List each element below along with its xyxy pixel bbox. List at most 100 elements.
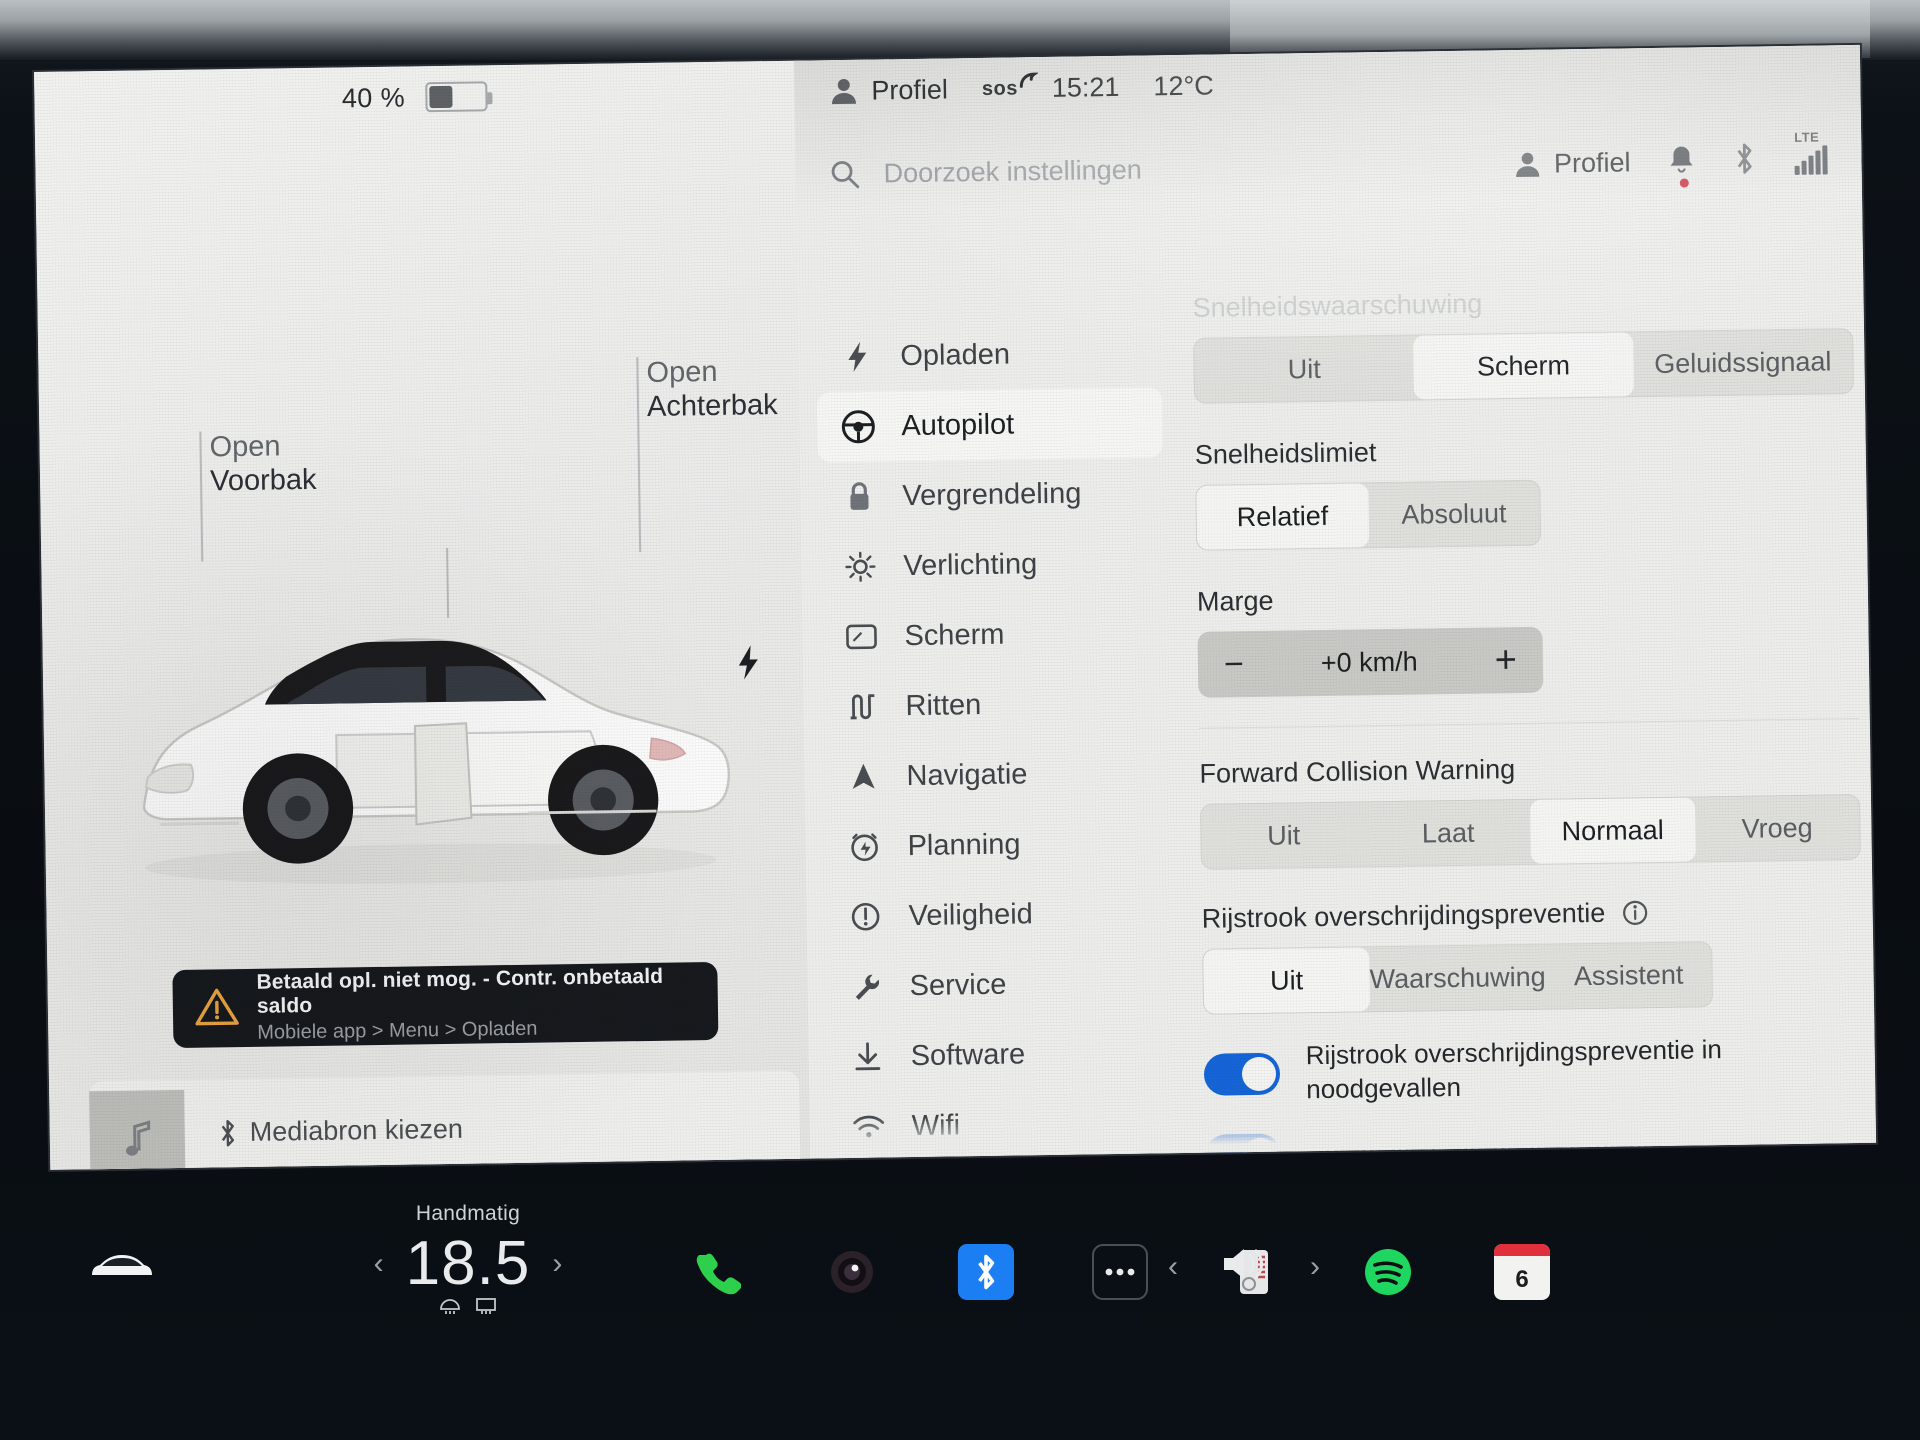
notification-dot <box>1679 178 1689 188</box>
sidebar-item-verlichting[interactable]: Verlichting <box>819 527 1165 602</box>
sidebar-item-label: Veiligheid <box>908 897 1033 932</box>
calendar-app-icon[interactable]: 6 <box>1494 1244 1550 1300</box>
network-type-label: LTE <box>1794 129 1820 145</box>
charging-alert-toast[interactable]: Betaald opl. niet mog. - Contr. onbetaal… <box>172 961 719 1049</box>
vehicle-graphic-area: Open Voorbak Open Achterbak <box>35 123 808 1014</box>
camera-app-icon[interactable] <box>824 1244 880 1300</box>
phone-handset-icon <box>1019 72 1038 88</box>
fcw-option-uit[interactable]: Uit <box>1201 802 1366 868</box>
sidebar-item-planning[interactable]: Planning <box>823 807 1169 882</box>
spotify-app-icon[interactable] <box>1360 1244 1416 1300</box>
trips-icon <box>845 692 879 723</box>
bottom-taskbar: Handmatig ‹ 18.5 › 6 ‹ › <box>0 1172 1920 1440</box>
media-source-selector[interactable]: Mediabron kiezen <box>218 1114 464 1149</box>
forward-collision-segmented-control[interactable]: Uit Laat Normaal Vroeg <box>1199 793 1861 870</box>
safety-alert-icon <box>848 902 882 933</box>
margin-increase-button[interactable]: + <box>1494 639 1517 682</box>
phone-app-icon[interactable] <box>690 1244 746 1300</box>
alert-title: Betaald opl. niet mog. - Contr. onbetaal… <box>256 964 664 1018</box>
infotainment-screen: 40 % Open Voorbak Open Achterbak Betaald… <box>34 44 1877 1170</box>
sos-button[interactable]: sos <box>982 72 1038 101</box>
fcw-option-laat[interactable]: Laat <box>1365 800 1530 866</box>
seat-heater-right-icon[interactable] <box>474 1295 498 1320</box>
fcw-option-normaal[interactable]: Normaal <box>1529 797 1696 864</box>
settings-header: Doorzoek instellingen Profiel LTE <box>795 123 1862 211</box>
alert-path: Mobiele app > Menu > Opladen <box>257 1017 538 1044</box>
warning-triangle-icon <box>195 986 240 1032</box>
sidebar-item-label: Scherm <box>904 618 1005 652</box>
sidebar-item-label: Ritten <box>905 688 982 722</box>
speed-warning-option-geluidssignaal[interactable]: Geluidssignaal <box>1633 329 1853 396</box>
sidebar-item-service[interactable]: Service <box>825 947 1171 1022</box>
temperature-increase-icon[interactable]: › <box>552 1247 562 1281</box>
margin-decrease-button[interactable]: − <box>1224 645 1244 684</box>
margin-stepper[interactable]: − +0 km/h + <box>1197 626 1544 698</box>
speed-limit-title: Snelheidslimiet <box>1194 437 1377 470</box>
bluetooth-status-icon[interactable] <box>1732 142 1757 179</box>
vehicle-status-bar: 40 % <box>34 61 795 134</box>
emergency-lane-departure-label: Rijstrook overschrijdingspreventie in no… <box>1305 1034 1723 1105</box>
emergency-lane-departure-toggle[interactable] <box>1203 1052 1281 1096</box>
speed-warning-option-uit[interactable]: Uit <box>1194 336 1414 403</box>
sidebar-item-ritten[interactable]: Ritten <box>821 667 1167 742</box>
settings-profile-label: Profiel <box>1553 146 1631 178</box>
speed-limit-option-absoluut[interactable]: Absoluut <box>1368 481 1540 548</box>
navigation-arrow-icon <box>846 762 880 793</box>
rear-trunk-callout[interactable]: Open Achterbak <box>646 355 778 424</box>
sidebar-item-vergrendeling[interactable]: Vergrendeling <box>818 457 1164 532</box>
climate-mode-label: Handmatig <box>415 1202 521 1225</box>
lane-departure-segmented-control[interactable]: Uit Waarschuwing Assistent <box>1202 941 1714 1015</box>
margin-value: +0 km/h <box>1320 646 1418 678</box>
car-controls-button[interactable] <box>88 1249 156 1288</box>
speed-warning-option-scherm[interactable]: Scherm <box>1413 332 1634 400</box>
vehicle-illustration[interactable] <box>101 563 756 898</box>
info-icon[interactable] <box>1623 900 1648 925</box>
sidebar-item-scherm[interactable]: Scherm <box>820 597 1166 672</box>
media-source-label: Mediabron kiezen <box>249 1113 464 1147</box>
bluetooth-icon <box>221 1119 235 1146</box>
settings-header-actions: Profiel LTE <box>1515 129 1828 188</box>
music-note-icon <box>125 1119 150 1156</box>
seat-heater-left-icon[interactable] <box>438 1295 462 1320</box>
system-profile-button[interactable]: Profiel <box>830 74 948 107</box>
lane-departure-title: Rijstrook overschrijdingspreventie <box>1201 894 1861 935</box>
temperature-decrease-icon[interactable]: ‹ <box>374 1247 384 1281</box>
settings-profile-button[interactable]: Profiel <box>1515 147 1631 180</box>
schedule-clock-icon <box>847 832 881 863</box>
speed-warning-segmented-control[interactable]: Uit Scherm Geluidssignaal <box>1193 328 1854 404</box>
volume-increase-icon[interactable]: › <box>1310 1250 1320 1284</box>
speed-warning-title: Snelheidswaarschuwing <box>1192 288 1483 323</box>
notifications-button[interactable] <box>1668 144 1695 188</box>
settings-search-placeholder: Doorzoek instellingen <box>883 154 1142 188</box>
volume-icon[interactable] <box>1220 1243 1268 1290</box>
front-trunk-callout[interactable]: Open Voorbak <box>209 430 316 499</box>
settings-content: Snelheidswaarschuwing Uit Scherm Geluids… <box>1192 283 1865 1170</box>
ldw-option-waarschuwing[interactable]: Waarschuwing <box>1369 945 1546 1012</box>
speed-limit-segmented-control[interactable]: Relatief Absoluut <box>1195 479 1542 551</box>
fcw-option-vroeg[interactable]: Vroeg <box>1694 795 1859 861</box>
climate-control[interactable]: Handmatig ‹ 18.5 › <box>318 1202 618 1320</box>
sidebar-item-label: Autopilot <box>901 407 1015 442</box>
settings-search[interactable]: Doorzoek instellingen <box>829 149 1515 190</box>
search-icon <box>831 161 860 189</box>
sidebar-item-navigatie[interactable]: Navigatie <box>822 737 1168 812</box>
bolt-icon <box>840 341 874 374</box>
bell-icon <box>1670 146 1693 173</box>
more-apps-icon[interactable] <box>1092 1244 1148 1300</box>
speed-limit-option-relatief[interactable]: Relatief <box>1196 483 1369 550</box>
volume-decrease-icon[interactable]: ‹ <box>1168 1250 1178 1284</box>
settings-overlay: Profiel sos 15:21 12°C Doorzoek instelli… <box>793 44 1877 1170</box>
sidebar-item-label: Service <box>909 968 1007 1002</box>
bluetooth-app-icon[interactable] <box>958 1244 1014 1300</box>
sidebar-item-software[interactable]: Software <box>826 1017 1172 1092</box>
sidebar-item-autopilot[interactable]: Autopilot <box>816 387 1163 463</box>
ldw-option-assistent[interactable]: Assistent <box>1545 942 1712 1008</box>
sidebar-item-opladen[interactable]: Opladen <box>816 317 1162 392</box>
app-launcher-row: 6 <box>690 1244 1550 1300</box>
sidebar-item-bluetooth[interactable]: Bluetooth <box>828 1157 1174 1170</box>
emergency-lane-departure-row[interactable]: Rijstrook overschrijdingspreventie in no… <box>1203 1031 1865 1108</box>
ldw-option-uit[interactable]: Uit <box>1203 947 1371 1014</box>
cabin-temperature-value: 18.5 <box>405 1229 531 1298</box>
margin-title: Marge <box>1196 585 1274 617</box>
sidebar-item-veiligheid[interactable]: Veiligheid <box>824 877 1170 952</box>
